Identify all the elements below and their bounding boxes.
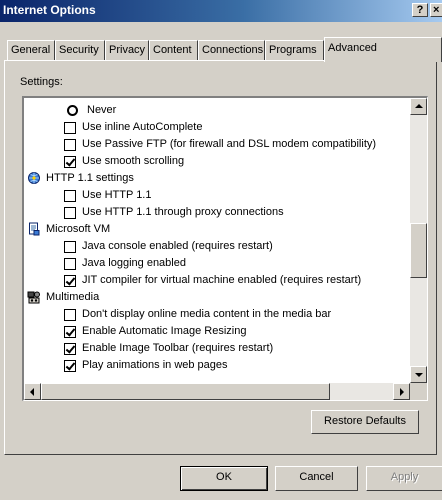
restore-defaults-button[interactable]: Restore Defaults bbox=[311, 410, 419, 434]
cancel-button[interactable]: Cancel bbox=[275, 466, 358, 491]
setting-row[interactable]: Enable Image Toolbar (requires restart) bbox=[24, 340, 410, 357]
setting-row[interactable]: Use smooth scrolling bbox=[24, 153, 410, 170]
settings-group-row: Multimedia bbox=[24, 289, 410, 306]
scroll-left-button[interactable] bbox=[24, 383, 41, 400]
scrollbar-corner bbox=[410, 383, 427, 400]
radio-button[interactable] bbox=[67, 105, 78, 116]
settings-group-row: HTTP 1.1 settings bbox=[24, 170, 410, 187]
setting-label: Microsoft VM bbox=[46, 223, 111, 235]
checkbox[interactable] bbox=[64, 343, 76, 355]
setting-label: Enable Image Toolbar (requires restart) bbox=[82, 342, 274, 354]
scroll-right-button[interactable] bbox=[393, 383, 410, 400]
setting-label: Use HTTP 1.1 through proxy connections bbox=[82, 206, 284, 218]
setting-label: Java console enabled (requires restart) bbox=[82, 240, 273, 252]
multimedia-icon bbox=[27, 290, 41, 304]
setting-row[interactable]: Play animations in web pages bbox=[24, 357, 410, 374]
setting-label: JIT compiler for virtual machine enabled… bbox=[82, 274, 362, 286]
checkbox[interactable] bbox=[64, 258, 76, 270]
setting-label: Use HTTP 1.1 bbox=[82, 189, 152, 201]
tab-privacy[interactable]: Privacy bbox=[105, 40, 149, 60]
arrow-down-icon bbox=[415, 373, 423, 377]
close-button[interactable]: × bbox=[430, 3, 442, 17]
globe-settings-icon bbox=[27, 171, 41, 185]
checkbox[interactable] bbox=[64, 207, 76, 219]
setting-row[interactable]: Use HTTP 1.1 bbox=[24, 187, 410, 204]
internet-options-dialog: Internet Options ? × General Security Pr… bbox=[0, 0, 442, 500]
horizontal-scroll-thumb[interactable] bbox=[41, 383, 330, 400]
help-button[interactable]: ? bbox=[412, 3, 428, 17]
setting-label: Enable Automatic Image Resizing bbox=[82, 325, 247, 337]
checkbox[interactable] bbox=[64, 122, 76, 134]
horizontal-scrollbar[interactable] bbox=[24, 383, 410, 400]
settings-group-row: Microsoft VM bbox=[24, 221, 410, 238]
tab-advanced[interactable]: Advanced bbox=[324, 37, 442, 62]
checkbox[interactable] bbox=[64, 326, 76, 338]
tab-programs[interactable]: Programs bbox=[265, 40, 324, 60]
checkbox[interactable] bbox=[64, 309, 76, 321]
arrow-left-icon bbox=[30, 388, 34, 396]
checkbox[interactable] bbox=[64, 156, 76, 168]
setting-row[interactable]: JIT compiler for virtual machine enabled… bbox=[24, 272, 410, 289]
setting-row[interactable]: Java logging enabled bbox=[24, 255, 410, 272]
setting-label: Never bbox=[87, 104, 117, 116]
setting-label: HTTP 1.1 settings bbox=[46, 172, 134, 184]
setting-label: Play animations in web pages bbox=[82, 359, 228, 371]
tab-general[interactable]: General bbox=[7, 40, 55, 60]
scroll-up-button[interactable] bbox=[410, 98, 427, 115]
arrow-right-icon bbox=[400, 388, 404, 396]
setting-label: Use Passive FTP (for firewall and DSL mo… bbox=[82, 138, 377, 150]
vertical-scrollbar[interactable] bbox=[410, 98, 427, 383]
document-settings-icon bbox=[27, 222, 41, 236]
setting-label: Use inline AutoComplete bbox=[82, 121, 203, 133]
setting-label: Don't display online media content in th… bbox=[82, 308, 332, 320]
settings-tree-list[interactable]: Never Use inline AutoComplete Use Passive … bbox=[22, 96, 428, 401]
apply-button[interactable]: Apply bbox=[366, 466, 442, 491]
checkbox[interactable] bbox=[64, 360, 76, 372]
scroll-down-button[interactable] bbox=[410, 366, 427, 383]
setting-row[interactable]: Java console enabled (requires restart) bbox=[24, 238, 410, 255]
setting-row[interactable]: Never bbox=[24, 102, 410, 119]
settings-rows: Never Use inline AutoComplete Use Passive … bbox=[24, 98, 410, 383]
tab-connections[interactable]: Connections bbox=[198, 40, 265, 60]
tab-security[interactable]: Security bbox=[55, 40, 105, 60]
window-title: Internet Options bbox=[3, 3, 96, 17]
setting-row[interactable]: Use Passive FTP (for firewall and DSL mo… bbox=[24, 136, 410, 153]
setting-row[interactable]: Use inline AutoComplete bbox=[24, 119, 410, 136]
checkbox[interactable] bbox=[64, 241, 76, 253]
setting-row[interactable]: Enable Automatic Image Resizing bbox=[24, 323, 410, 340]
arrow-up-icon bbox=[415, 104, 423, 108]
tab-content[interactable]: Content bbox=[149, 40, 198, 60]
checkbox[interactable] bbox=[64, 139, 76, 151]
settings-label: Settings: bbox=[20, 76, 63, 88]
vertical-scroll-thumb[interactable] bbox=[410, 223, 427, 278]
setting-label: Multimedia bbox=[46, 291, 100, 303]
checkbox[interactable] bbox=[64, 190, 76, 202]
setting-row[interactable]: Don't display online media content in th… bbox=[24, 306, 410, 323]
ok-button[interactable]: OK bbox=[180, 466, 268, 491]
setting-row[interactable]: Use HTTP 1.1 through proxy connections bbox=[24, 204, 410, 221]
checkbox[interactable] bbox=[64, 275, 76, 287]
setting-label: Java logging enabled bbox=[82, 257, 186, 269]
setting-label: Use smooth scrolling bbox=[82, 155, 185, 167]
title-bar[interactable]: Internet Options ? × bbox=[0, 0, 442, 22]
